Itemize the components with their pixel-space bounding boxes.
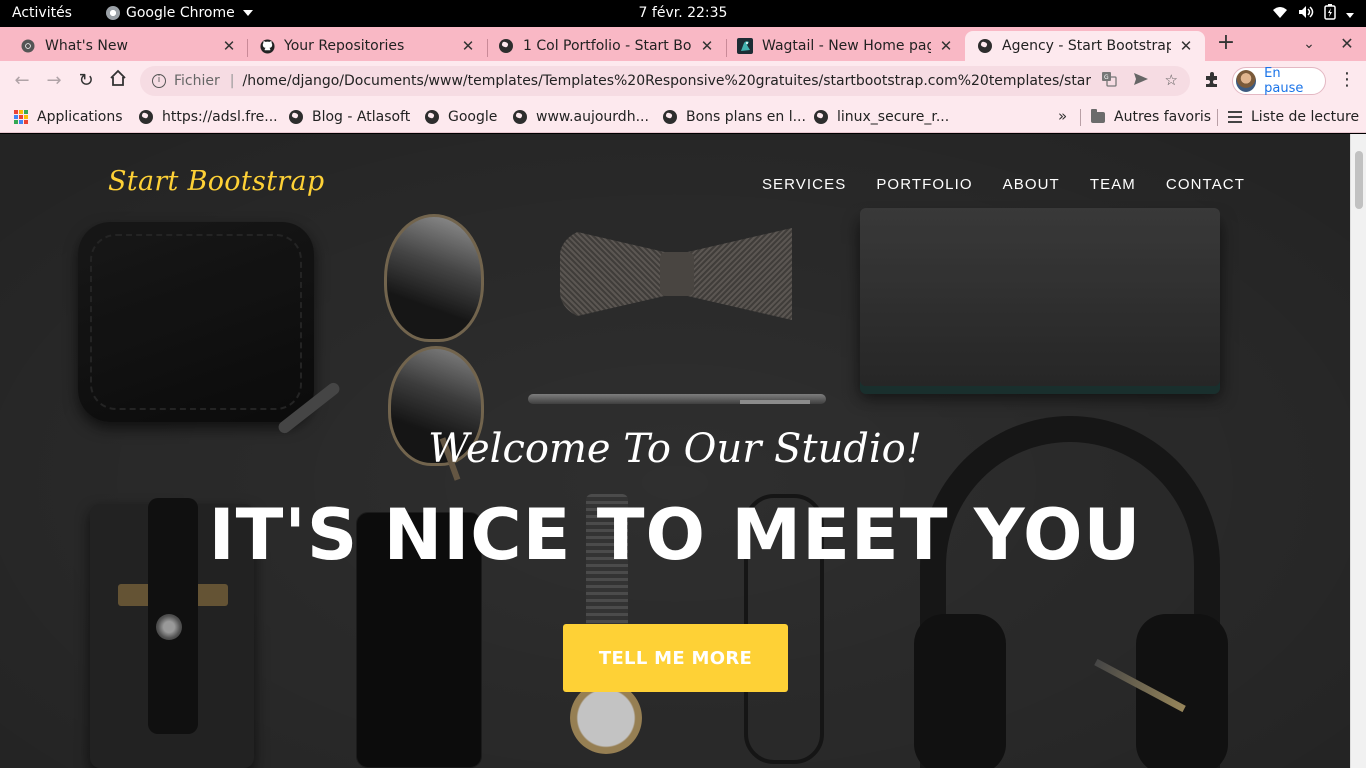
chrome-icon <box>20 38 36 54</box>
tab-wagtail[interactable]: Wagtail - New Home page ✕ <box>725 31 965 61</box>
site-brand[interactable]: Start Bootstrap <box>108 166 324 197</box>
close-icon[interactable]: ✕ <box>461 37 475 55</box>
wifi-icon[interactable] <box>1272 5 1288 25</box>
tell-me-more-button[interactable]: TELL ME MORE <box>563 624 788 692</box>
page-scrollbar[interactable] <box>1350 134 1366 768</box>
hero-heading: IT'S NICE TO MEET YOU <box>208 494 1142 576</box>
nav-contact[interactable]: CONTACT <box>1166 176 1245 193</box>
send-to-device-icon[interactable] <box>1133 71 1149 91</box>
apps-grid-icon <box>14 110 28 124</box>
scheme-label: Fichier <box>174 73 220 89</box>
bookmark-adsl[interactable]: https://adsl.fre... <box>139 106 278 128</box>
volume-icon[interactable] <box>1298 5 1314 25</box>
wagtail-icon <box>737 38 753 54</box>
battery-icon[interactable] <box>1324 4 1336 26</box>
power-menu-icon[interactable] <box>1346 12 1354 18</box>
bookmark-atlasoft[interactable]: Blog - Atlasoft <box>289 106 410 128</box>
clock[interactable]: 7 févr. 22:35 <box>0 5 1366 21</box>
nav-portfolio[interactable]: PORTFOLIO <box>876 176 972 193</box>
profile-label: En pause <box>1264 66 1304 96</box>
bookmark-bons-plans[interactable]: Bons plans en l... <box>663 106 806 128</box>
bookmark-label: www.aujourdh... <box>536 109 649 125</box>
hero-subheading: Welcome To Our Studio! <box>428 426 922 472</box>
bookmark-linux-secure[interactable]: linux_secure_r... <box>814 106 949 128</box>
home-icon <box>110 69 126 86</box>
bookmarks-bar: Applications https://adsl.fre... Blog - … <box>0 101 1366 133</box>
globe-icon <box>814 110 828 124</box>
globe-icon <box>663 110 677 124</box>
kebab-menu-icon[interactable]: ⋮ <box>1338 69 1356 93</box>
reading-list-button[interactable]: Liste de lecture <box>1228 106 1359 128</box>
avatar <box>1236 70 1257 92</box>
folder-icon <box>1091 108 1105 124</box>
tab-search-icon[interactable]: ⌄ <box>1298 32 1320 56</box>
tab-title: Wagtail - New Home page <box>762 38 931 54</box>
system-tray[interactable] <box>1272 4 1354 26</box>
address-bar[interactable]: i Fichier | /home/django/Documents/www/t… <box>140 66 1190 96</box>
nav-team[interactable]: TEAM <box>1090 176 1136 193</box>
url-text[interactable]: /home/django/Documents/www/templates/Tem… <box>242 73 1090 89</box>
bookmark-other-folder[interactable]: Autres favoris <box>1091 106 1211 128</box>
bookmark-applications[interactable]: Applications <box>14 106 123 128</box>
reading-list-icon <box>1228 110 1242 124</box>
bookmark-star-icon[interactable]: ☆ <box>1165 71 1178 91</box>
bookmark-label: linux_secure_r... <box>837 109 950 125</box>
page-viewport: Start Bootstrap SERVICES PORTFOLIO ABOUT… <box>0 134 1350 768</box>
svg-text:G: G <box>1104 74 1109 81</box>
extensions-puzzle-icon[interactable] <box>1203 71 1221 93</box>
bookmark-label: https://adsl.fre... <box>162 109 278 125</box>
globe-icon <box>289 110 303 124</box>
bookmark-label: Google <box>448 109 498 125</box>
scrollbar-thumb[interactable] <box>1355 151 1363 209</box>
tab-your-repositories[interactable]: Your Repositories ✕ <box>247 31 487 61</box>
close-icon[interactable]: ✕ <box>700 37 714 55</box>
forward-button[interactable]: → <box>42 69 66 93</box>
back-button[interactable]: ← <box>10 69 34 93</box>
globe-icon <box>425 110 439 124</box>
profile-button[interactable]: En pause <box>1232 66 1326 96</box>
close-icon[interactable]: ✕ <box>222 37 236 55</box>
translate-icon[interactable]: G <box>1101 71 1117 91</box>
tab-agency-active[interactable]: Agency - Start Bootstrap Theme ✕ <box>965 31 1205 61</box>
close-icon[interactable]: ✕ <box>939 37 953 55</box>
site-nav: SERVICES PORTFOLIO ABOUT TEAM CONTACT <box>762 176 1245 193</box>
divider: | <box>229 73 235 89</box>
omnibox-actions: G ☆ <box>1101 71 1178 91</box>
bookmark-label: Autres favoris <box>1114 109 1212 125</box>
tab-title: 1 Col Portfolio - Start Bootstrap <box>523 38 692 54</box>
tab-title: Agency - Start Bootstrap Theme <box>1002 38 1171 54</box>
tab-1-col-portfolio[interactable]: 1 Col Portfolio - Start Bootstrap ✕ <box>486 31 726 61</box>
reload-button[interactable]: ↻ <box>74 69 98 93</box>
bookmark-label: Blog - Atlasoft <box>312 109 411 125</box>
globe-icon <box>977 38 993 54</box>
tab-title: Your Repositories <box>284 38 405 54</box>
bookmark-label: Bons plans en l... <box>686 109 806 125</box>
new-tab-button[interactable]: + <box>1214 32 1238 56</box>
bookmark-label: Applications <box>37 109 123 125</box>
system-top-bar: Activités Google Chrome 7 févr. 22:35 <box>0 0 1366 27</box>
divider <box>1080 109 1081 126</box>
tab-title: What's New <box>45 38 128 54</box>
bookmark-google[interactable]: Google <box>425 106 497 128</box>
more-bookmarks-button[interactable]: » <box>1058 107 1067 125</box>
info-icon[interactable]: i <box>152 74 166 88</box>
globe-icon <box>513 110 527 124</box>
browser-toolbar: ← → ↻ i Fichier | /home/django/Documents… <box>0 61 1366 101</box>
close-icon[interactable]: ✕ <box>1179 37 1193 55</box>
tab-whats-new[interactable]: What's New ✕ <box>8 31 248 61</box>
divider <box>1217 109 1218 126</box>
bookmark-label: Liste de lecture <box>1251 109 1360 125</box>
window-close-icon[interactable]: ✕ <box>1336 32 1358 56</box>
bookmark-aujourdhui[interactable]: www.aujourdh... <box>513 106 649 128</box>
globe-icon <box>139 110 153 124</box>
globe-icon <box>498 38 514 54</box>
home-button[interactable] <box>106 69 130 93</box>
github-icon <box>259 38 275 54</box>
tab-strip: What's New ✕ Your Repositories ✕ 1 Col P… <box>0 27 1366 61</box>
nav-about[interactable]: ABOUT <box>1003 176 1060 193</box>
nav-services[interactable]: SERVICES <box>762 176 846 193</box>
